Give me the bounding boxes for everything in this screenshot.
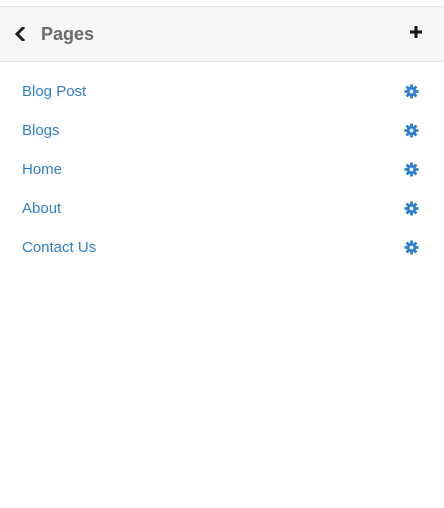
panel-title: Pages: [41, 23, 95, 44]
gear-icon[interactable]: [404, 123, 419, 138]
list-item: Contact Us: [0, 228, 444, 267]
list-item: About: [0, 189, 444, 228]
panel-header: Pages: [0, 6, 444, 62]
page-link-blog-post[interactable]: Blog Post: [22, 83, 86, 100]
plus-icon: [410, 26, 422, 38]
gear-icon[interactable]: [404, 240, 419, 255]
gear-icon[interactable]: [404, 201, 419, 216]
chevron-left-icon: [14, 27, 26, 41]
list-item: Blog Post: [0, 72, 444, 111]
page-link-home[interactable]: Home: [22, 161, 62, 178]
pages-panel: Pages Blog Post Blogs Home About Contact…: [0, 6, 444, 508]
back-button[interactable]: [9, 23, 31, 45]
gear-icon[interactable]: [404, 84, 419, 99]
page-link-about[interactable]: About: [22, 200, 61, 217]
page-link-blogs[interactable]: Blogs: [22, 122, 60, 139]
list-item: Blogs: [0, 111, 444, 150]
add-page-button[interactable]: [408, 24, 424, 40]
pages-list: Blog Post Blogs Home About Contact Us: [0, 72, 444, 267]
gear-icon[interactable]: [404, 162, 419, 177]
list-item: Home: [0, 150, 444, 189]
page-link-contact-us[interactable]: Contact Us: [22, 239, 96, 256]
